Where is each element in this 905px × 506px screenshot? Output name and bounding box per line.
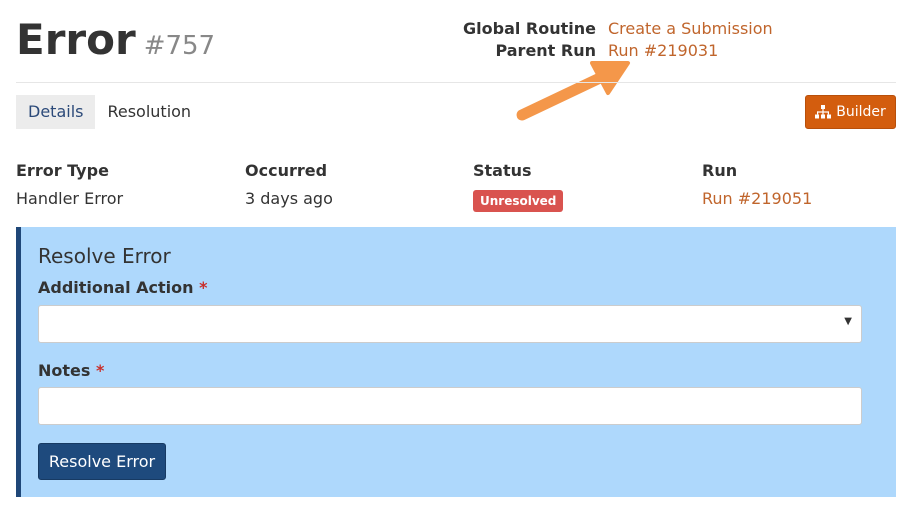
page-title-text: Error (16, 15, 136, 64)
run-column: Run Run #219051 (702, 160, 812, 210)
additional-action-select[interactable]: ▼ (38, 305, 862, 343)
global-routine-label: Global Routine (463, 19, 596, 38)
resolve-panel-title: Resolve Error (38, 244, 171, 268)
status-column: Status Unresolved (473, 160, 564, 212)
page-title: Error #757 (16, 14, 215, 72)
global-routine-row: Global Routine Create a Submission (440, 18, 773, 40)
builder-button-label: Builder (836, 104, 886, 120)
tab-details[interactable]: Details (16, 95, 96, 129)
additional-action-label-text: Additional Action (38, 278, 194, 297)
annotation-arrow-icon (516, 61, 630, 121)
error-number: #757 (143, 31, 216, 61)
required-marker: * (199, 278, 208, 297)
occurred-column: Occurred 3 days ago (245, 160, 333, 210)
chevron-down-icon: ▼ (844, 316, 852, 327)
occurred-label: Occurred (245, 161, 328, 180)
additional-action-label: Additional Action * (38, 277, 207, 299)
notes-label: Notes * (38, 360, 104, 382)
notes-label-text: Notes (38, 361, 91, 380)
run-link[interactable]: Run #219051 (702, 188, 812, 210)
tab-resolution[interactable]: Resolution (95, 95, 203, 129)
error-type-label: Error Type (16, 161, 109, 180)
header-divider (16, 82, 896, 83)
occurred-value: 3 days ago (245, 189, 333, 208)
run-label: Run (702, 161, 738, 180)
notes-field[interactable] (38, 387, 862, 425)
status-badge: Unresolved (473, 190, 564, 212)
resolve-error-panel: Resolve Error Additional Action * ▼ Note… (16, 227, 896, 497)
tab-bar: Details Resolution (16, 95, 203, 129)
required-marker: * (95, 361, 105, 380)
status-label: Status (473, 161, 532, 180)
global-routine-link[interactable]: Create a Submission (608, 18, 773, 40)
error-type-column: Error Type Handler Error (16, 160, 123, 210)
builder-button[interactable]: Builder (805, 95, 896, 129)
resolve-error-button[interactable]: Resolve Error (38, 443, 166, 480)
error-type-value: Handler Error (16, 189, 124, 208)
sitemap-icon (815, 105, 832, 119)
